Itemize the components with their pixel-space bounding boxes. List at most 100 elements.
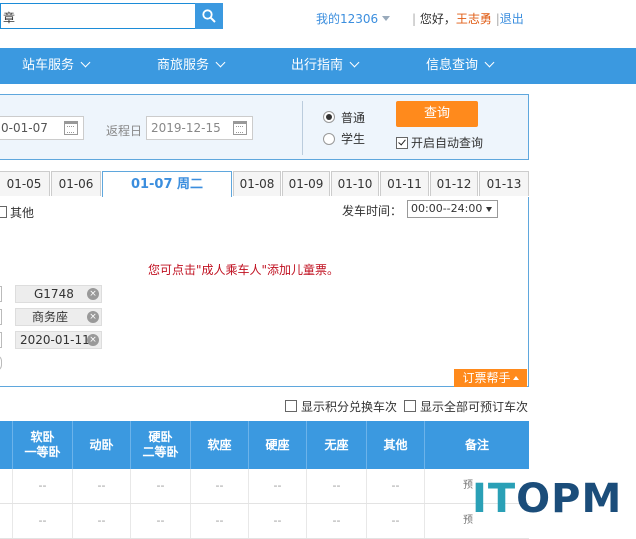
tab-date-0111[interactable]: 01-11 [380, 171, 429, 196]
header-line: 硬座 [265, 437, 290, 452]
main-nav: 站车服务 商旅服务 出行指南 信息查询 [0, 48, 636, 84]
column-header-soft-seat: 软座 [190, 421, 248, 469]
selected-seat-tag: 商务座 × [15, 308, 102, 326]
column-header-hard-seat: 硬座 [248, 421, 306, 469]
watermark-part: IT [472, 476, 517, 522]
passenger-checkbox[interactable] [0, 309, 2, 325]
depart-date-value: 0-01-07 [1, 121, 48, 135]
column-header [0, 421, 12, 469]
other-checkbox[interactable] [0, 206, 7, 218]
tab-date-0112[interactable]: 01-12 [430, 171, 478, 196]
username-link[interactable]: 王志勇 [456, 12, 492, 26]
nav-item-travel-guide[interactable]: 出行指南 [291, 48, 360, 84]
query-panel: 0-01-07 返程日 2019-12-15 普通 学生 查询 开启自动查询 [0, 94, 529, 160]
tab-date-0110[interactable]: 01-10 [331, 171, 379, 196]
close-icon[interactable]: × [87, 288, 99, 300]
nav-label: 站车服务 [22, 58, 75, 73]
tab-date-0105[interactable]: 01-05 [0, 171, 50, 196]
column-header-soft-sleeper: 软卧 一等卧 [12, 421, 72, 469]
table-cell: -- [190, 504, 248, 538]
table-row[interactable]: -- -- -- -- -- -- -- 预 [0, 469, 529, 504]
ticket-type-normal-label: 普通 [341, 111, 366, 125]
selected-train-tag: G1748 × [15, 285, 102, 303]
chevron-down-icon [215, 57, 226, 68]
header-line: 备注 [464, 437, 489, 452]
departure-time-value: 00:00--24:00 [411, 202, 483, 215]
ticket-type-student-label: 学生 [341, 132, 366, 146]
logout-link[interactable]: 退出 [500, 12, 524, 26]
my-account-link[interactable]: 我的12306 [316, 10, 378, 27]
chevron-down-icon[interactable] [382, 16, 390, 21]
table-cell: -- [306, 469, 366, 503]
child-ticket-hint: 您可点击"成人乘车人"添加儿童票。 [148, 263, 340, 277]
tab-date-0106[interactable]: 01-06 [51, 171, 101, 196]
calendar-icon[interactable] [233, 121, 247, 135]
divider [302, 101, 303, 155]
ticket-type-student-radio[interactable] [323, 133, 335, 145]
greeting-text: 您好， [419, 12, 456, 26]
tag-text: 2020-01-11 [20, 333, 90, 347]
tag-text: 商务座 [32, 310, 69, 324]
table-row[interactable]: -- -- -- -- -- -- -- 预 [0, 504, 529, 539]
calendar-icon[interactable] [64, 121, 78, 135]
watermark-part: OPM [516, 476, 623, 522]
search-button[interactable] [195, 3, 223, 29]
nav-item-station-service[interactable]: 站车服务 [22, 48, 91, 84]
close-icon[interactable]: × [87, 334, 99, 346]
auto-query-label: 开启自动查询 [411, 136, 484, 150]
chevron-down-icon [484, 57, 495, 68]
tab-date-0113[interactable]: 01-13 [479, 171, 529, 196]
auto-query-checkbox[interactable] [396, 137, 408, 149]
watermark-logo: ITOPM [472, 476, 622, 522]
booking-helper-label: 订票帮手 [462, 371, 511, 385]
header-line: 二等卧 [142, 445, 179, 459]
query-button[interactable]: 查询 [396, 101, 478, 127]
points-exchange-checkbox[interactable] [285, 400, 297, 412]
ticket-type-normal-radio[interactable] [323, 111, 335, 123]
search-icon [202, 9, 216, 23]
scroll-handle[interactable] [0, 355, 2, 371]
results-table-header: 软卧 一等卧 动卧 硬卧 二等卧 软座 硬座 无座 其他 备注 [0, 421, 529, 469]
tab-date-0108[interactable]: 01-08 [233, 171, 281, 196]
table-cell: -- [130, 504, 190, 538]
close-icon[interactable]: × [87, 311, 99, 323]
column-header-motor-sleeper: 动卧 [72, 421, 130, 469]
points-exchange-label: 显示积分兑换车次 [301, 400, 398, 414]
table-cell: -- [248, 504, 306, 538]
nav-label: 出行指南 [291, 58, 344, 73]
order-panel: 其他 发车时间： 00:00--24:00 您可点击"成人乘车人"添加儿童票。 … [0, 197, 529, 387]
header-line: 动卧 [89, 437, 114, 452]
show-all-bookable-label: 显示全部可预订车次 [420, 400, 529, 414]
other-label: 其他 [10, 206, 35, 220]
booking-helper-button[interactable]: 订票帮手 [454, 369, 527, 387]
tab-date-0109[interactable]: 01-09 [282, 171, 330, 196]
selected-date-tag: 2020-01-11 × [15, 331, 102, 349]
column-header-other: 其他 [366, 421, 424, 469]
table-cell: -- [366, 504, 424, 538]
header-line: 软座 [207, 437, 232, 452]
chevron-down-icon [80, 57, 91, 68]
divider: | [412, 12, 417, 26]
passenger-checkbox[interactable] [0, 332, 2, 348]
return-date-field[interactable]: 2019-12-15 [146, 116, 253, 140]
header-line: 一等卧 [24, 445, 61, 459]
passenger-checkbox[interactable] [0, 286, 2, 302]
nav-label: 信息查询 [426, 58, 479, 73]
table-cell: -- [130, 469, 190, 503]
search-input[interactable]: 章 [0, 3, 195, 29]
date-tabs: 01-05 01-06 01-07 周二 01-08 01-09 01-10 0… [0, 171, 529, 198]
header-line: 软卧 [30, 430, 55, 444]
departure-time-select[interactable]: 00:00--24:00 [407, 200, 498, 218]
table-cell: -- [190, 469, 248, 503]
table-cell: -- [306, 504, 366, 538]
nav-item-business-service[interactable]: 商旅服务 [157, 48, 226, 84]
tab-date-0107[interactable]: 01-07 周二 [102, 171, 232, 198]
nav-item-info-query[interactable]: 信息查询 [426, 48, 495, 84]
chevron-down-icon [349, 57, 360, 68]
show-all-bookable-checkbox[interactable] [404, 400, 416, 412]
table-cell: -- [72, 504, 130, 538]
top-bar: 章 我的12306 | 您好，王志勇 |退出 [0, 0, 636, 40]
depart-date-field[interactable]: 0-01-07 [0, 116, 84, 140]
column-header-hard-sleeper: 硬卧 二等卧 [130, 421, 190, 469]
tag-text: G1748 [34, 287, 74, 301]
